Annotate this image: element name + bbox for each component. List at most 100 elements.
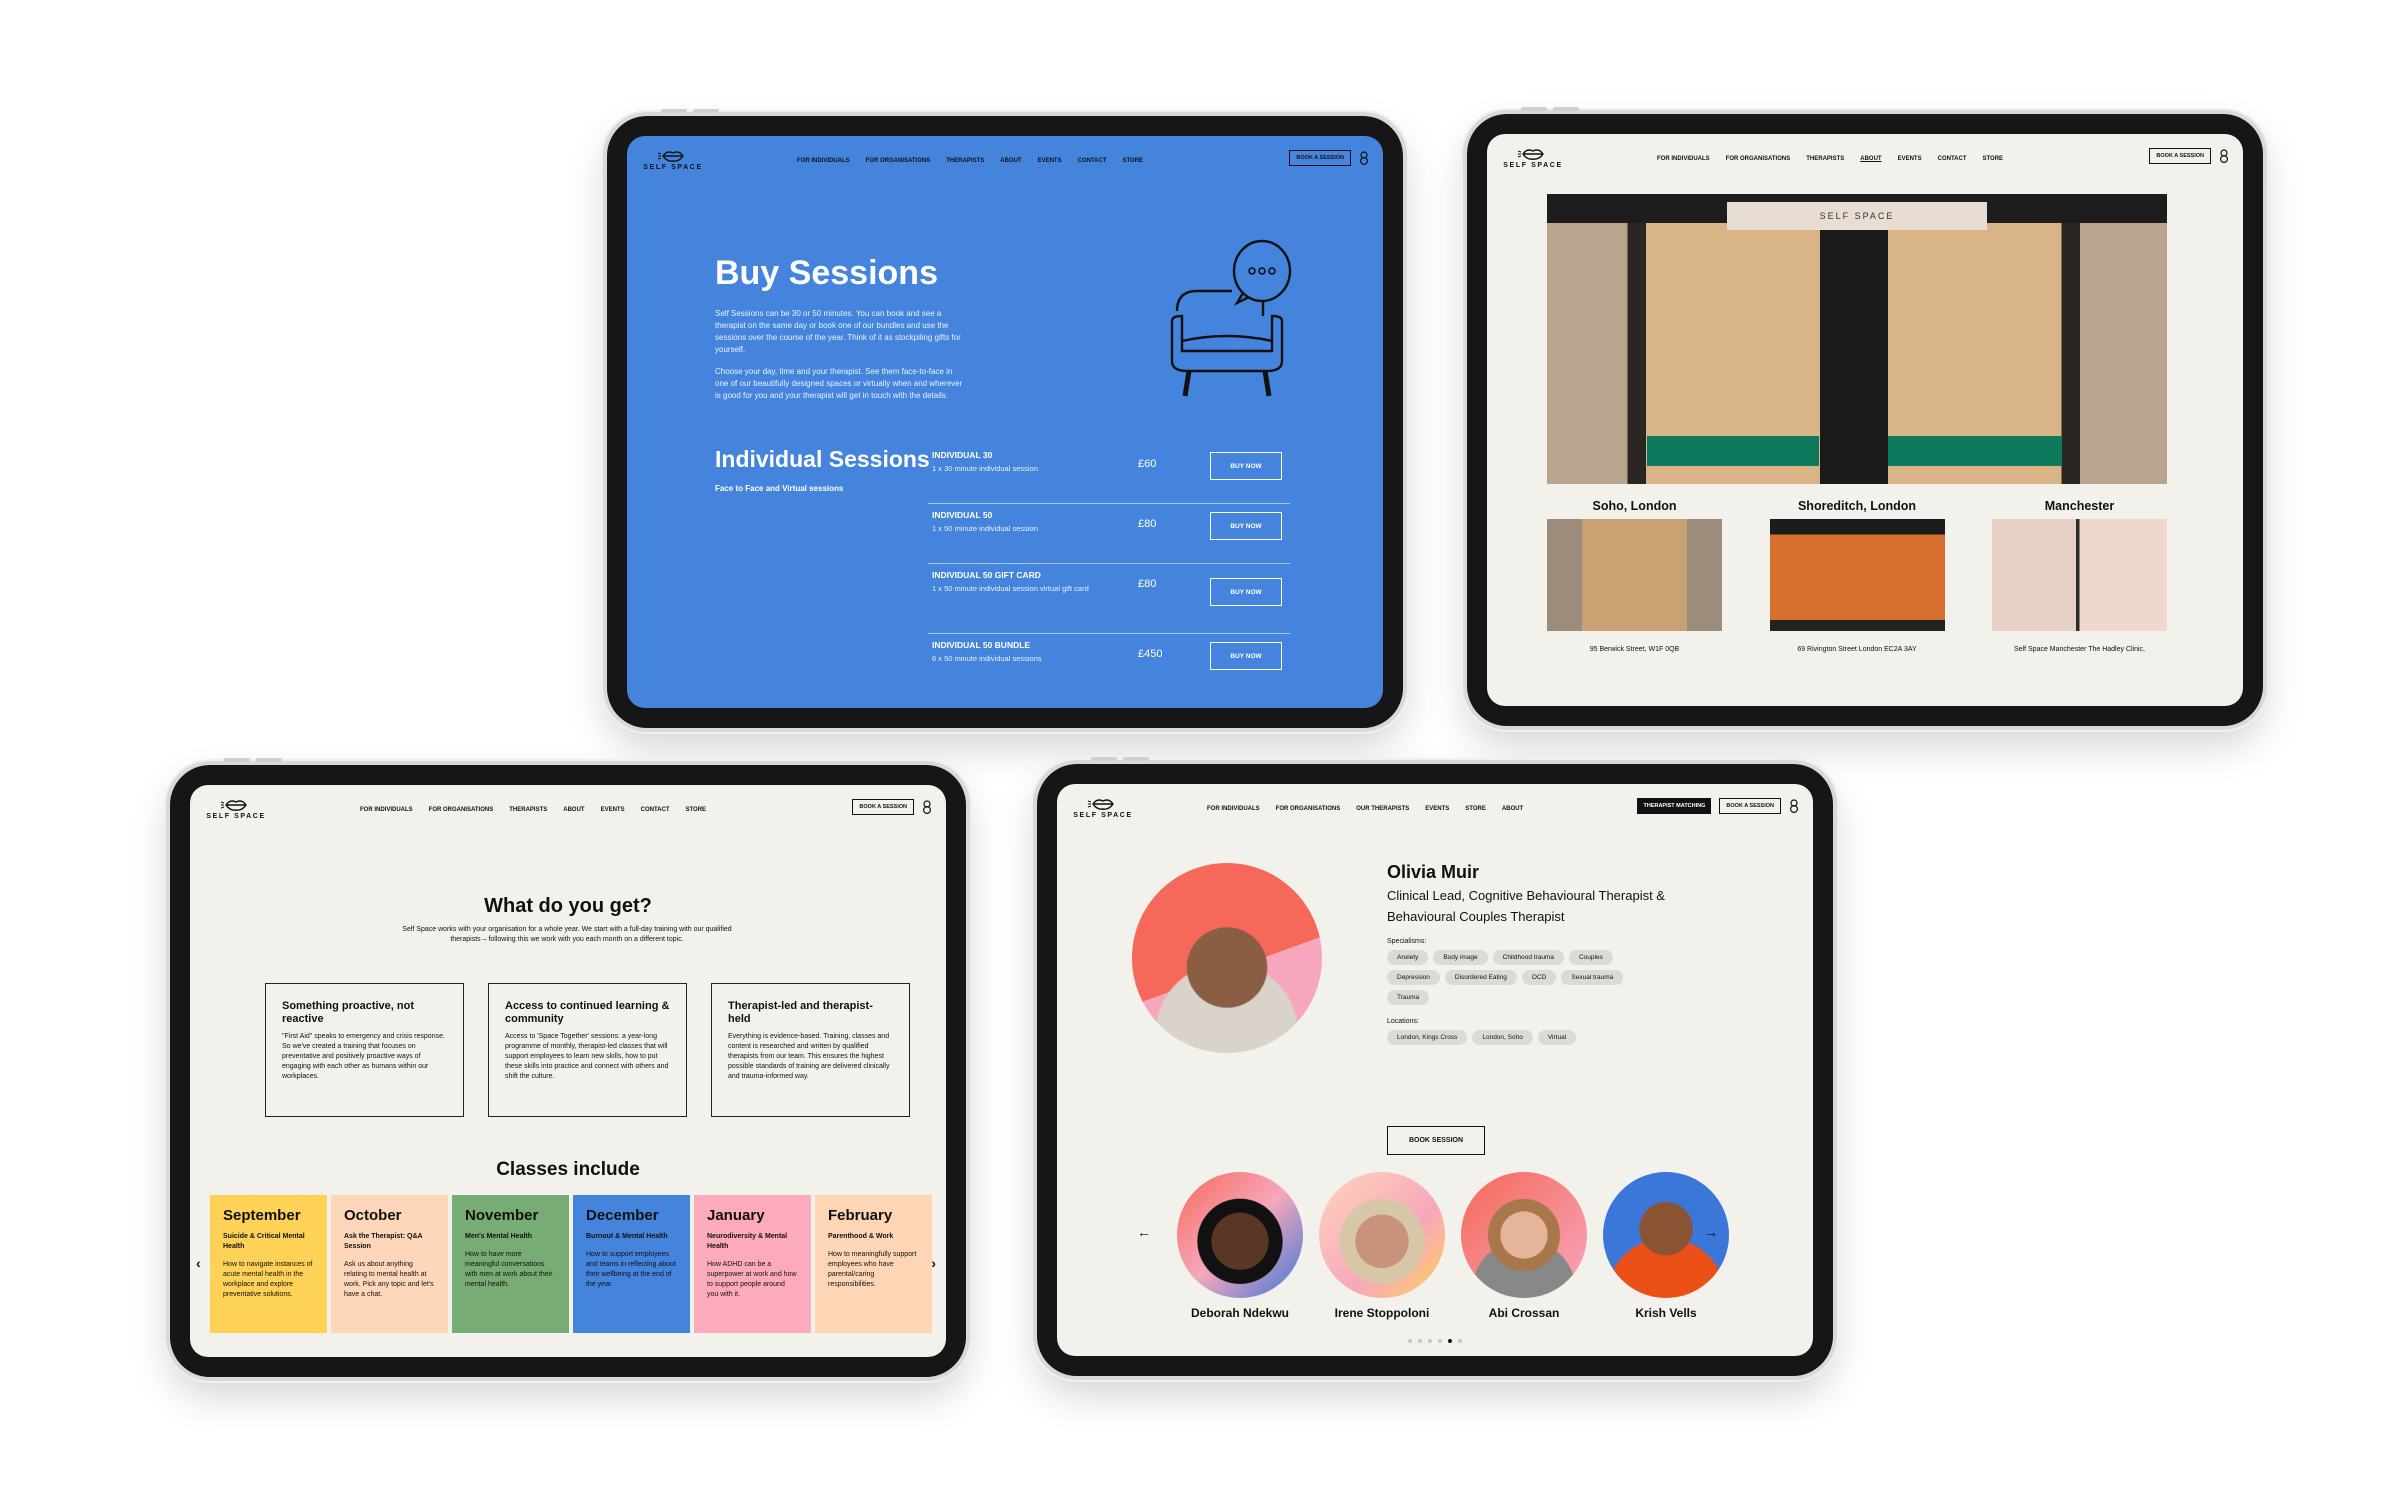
nav-our-therapists[interactable]: OUR THERAPISTS: [1356, 806, 1409, 812]
user-icon[interactable]: [922, 800, 932, 814]
tag-chip[interactable]: Trauma: [1387, 990, 1430, 1005]
carousel-next-icon[interactable]: ›: [931, 1255, 936, 1271]
tag-chip[interactable]: London, Soho: [1472, 1030, 1533, 1045]
organisations-screen: SELF SPACE FOR INDIVIDUALS FOR ORGANISAT…: [190, 785, 946, 1357]
tag-chip[interactable]: London, Kings Cross: [1387, 1030, 1468, 1045]
book-a-session-button[interactable]: BOOK A SESSION: [2149, 148, 2211, 164]
locations-screen: SELF SPACE FOR INDIVIDUALS FOR ORGANISAT…: [1487, 134, 2243, 706]
location-address: 95 Berwick Street, W1F 0QB: [1589, 646, 1680, 653]
nav-for-individuals[interactable]: FOR INDIVIDUALS: [360, 807, 413, 813]
month-card[interactable]: September Suicide & Critical Mental Heal…: [210, 1195, 327, 1333]
logo[interactable]: SELF SPACE: [1073, 796, 1133, 819]
location-card[interactable]: Manchester Self Space Manchester The Had…: [1992, 499, 2167, 655]
nav-for-individuals[interactable]: FOR INDIVIDUALS: [797, 158, 850, 164]
package-desc: 6 x 50 minute individual sessions: [932, 654, 1042, 663]
carousel-prev-icon[interactable]: ‹: [196, 1255, 201, 1271]
tag-chip[interactable]: OCD: [1521, 970, 1557, 985]
month-body: How to navigate instances of acute menta…: [223, 1261, 313, 1298]
user-icon[interactable]: [2219, 149, 2229, 163]
location-card[interactable]: Soho, London 95 Berwick Street, W1F 0QB: [1547, 499, 1722, 655]
nav-contact[interactable]: CONTACT: [1078, 158, 1107, 164]
user-icon[interactable]: [1359, 151, 1369, 165]
feature-card: Therapist-led and therapist-held Everyth…: [711, 983, 910, 1117]
pagination-dot[interactable]: [1448, 1339, 1452, 1343]
book-a-session-button[interactable]: BOOK A SESSION: [1289, 150, 1351, 166]
therapist-role: Clinical Lead, Cognitive Behavioural The…: [1387, 888, 1665, 924]
nav-therapists[interactable]: THERAPISTS: [509, 807, 547, 813]
pagination-dot[interactable]: [1458, 1339, 1462, 1343]
intro-paragraph-2: Choose your day, time and your therapist…: [715, 367, 963, 400]
team-member[interactable]: Abi Crossan: [1461, 1172, 1587, 1320]
nav-therapists[interactable]: THERAPISTS: [946, 158, 984, 164]
nav-store[interactable]: STORE: [1123, 158, 1144, 164]
nav-for-organisations[interactable]: FOR ORGANISATIONS: [429, 807, 494, 813]
nav-for-organisations[interactable]: FOR ORGANISATIONS: [1726, 156, 1791, 162]
nav-events[interactable]: EVENTS: [1898, 156, 1922, 162]
nav-contact[interactable]: CONTACT: [641, 807, 670, 813]
tablet-buy-sessions: SELF SPACE FOR INDIVIDUALS FOR ORGANISAT…: [607, 109, 1403, 728]
nav-for-individuals[interactable]: FOR INDIVIDUALS: [1657, 156, 1710, 162]
month-body: How to have more meaningful conversation…: [465, 1251, 553, 1288]
location-card[interactable]: Shoreditch, London 69 Rivington Street L…: [1769, 499, 1945, 655]
nav-events[interactable]: EVENTS: [1425, 806, 1449, 812]
team-member[interactable]: Deborah Ndekwu: [1177, 1172, 1303, 1320]
nav-for-organisations[interactable]: FOR ORGANISATIONS: [1276, 806, 1341, 812]
logo[interactable]: SELF SPACE: [643, 148, 703, 171]
tag-chip[interactable]: Couples: [1568, 950, 1613, 965]
tag-chip[interactable]: Sexual trauma: [1561, 970, 1624, 985]
tag-chip[interactable]: Disordered Eating: [1444, 970, 1517, 985]
book-a-session-button[interactable]: BOOK A SESSION: [852, 799, 914, 815]
tag-chip[interactable]: Childhood trauma: [1492, 950, 1564, 965]
team-member[interactable]: Irene Stoppoloni: [1319, 1172, 1445, 1320]
nav-about[interactable]: ABOUT: [563, 807, 584, 813]
month-card[interactable]: November Men's Mental Health How to have…: [452, 1195, 569, 1333]
nav-store[interactable]: STORE: [1465, 806, 1486, 812]
feature-title: Therapist-led and therapist-held: [728, 1000, 873, 1025]
tag-chip[interactable]: Depression: [1387, 970, 1440, 985]
nav-events[interactable]: EVENTS: [601, 807, 625, 813]
buy-now-button[interactable]: BUY NOW: [1210, 578, 1282, 606]
location-name: Manchester: [2044, 499, 2115, 513]
user-icon[interactable]: [1789, 799, 1799, 813]
tag-chip[interactable]: Virtual: [1537, 1030, 1577, 1045]
package-name: INDIVIDUAL 50 BUNDLE: [932, 640, 1031, 650]
nav-events[interactable]: EVENTS: [1038, 158, 1062, 164]
month-card[interactable]: October Ask the Therapist: Q&A Session A…: [331, 1195, 448, 1333]
month-name: January: [707, 1207, 765, 1224]
nav-therapists[interactable]: THERAPISTS: [1806, 156, 1844, 162]
book-a-session-button[interactable]: BOOK A SESSION: [1719, 798, 1781, 814]
package-price: £60: [1138, 458, 1157, 470]
nav-about[interactable]: ABOUT: [1000, 158, 1021, 164]
buy-now-button[interactable]: BUY NOW: [1210, 452, 1282, 480]
therapist-matching-button[interactable]: THERAPIST MATCHING: [1637, 798, 1712, 814]
month-card[interactable]: December Burnout & Mental Health How to …: [573, 1195, 690, 1333]
team-member[interactable]: Krish Vells: [1603, 1172, 1729, 1320]
logo[interactable]: SELF SPACE: [1503, 146, 1563, 169]
pagination-dot[interactable]: [1428, 1339, 1432, 1343]
logo[interactable]: SELF SPACE: [206, 797, 266, 820]
nav-about[interactable]: ABOUT: [1502, 806, 1523, 812]
logo-text: SELF SPACE: [206, 813, 266, 820]
book-session-button[interactable]: BOOK SESSION: [1387, 1126, 1485, 1155]
month-card[interactable]: February Parenthood & Work How to meanin…: [815, 1195, 932, 1333]
tablet-locations: SELF SPACE FOR INDIVIDUALS FOR ORGANISAT…: [1467, 107, 2263, 726]
nav-for-organisations[interactable]: FOR ORGANISATIONS: [866, 158, 931, 164]
nav-contact[interactable]: CONTACT: [1938, 156, 1967, 162]
pagination-dot[interactable]: [1438, 1339, 1442, 1343]
buy-now-button[interactable]: BUY NOW: [1210, 512, 1282, 540]
pagination-dot[interactable]: [1408, 1339, 1412, 1343]
store-sign: SELF SPACE: [1727, 202, 1987, 230]
nav-store[interactable]: STORE: [686, 807, 707, 813]
tag-chip[interactable]: Anxiety: [1387, 950, 1429, 965]
buy-now-button[interactable]: BUY NOW: [1210, 642, 1282, 670]
month-card[interactable]: January Neurodiversity & Mental Health H…: [694, 1195, 811, 1333]
tag-chip[interactable]: Body image: [1433, 950, 1488, 965]
carousel-pagination: [1057, 1339, 1813, 1343]
nav-for-individuals[interactable]: FOR INDIVIDUALS: [1207, 806, 1260, 812]
pagination-dot[interactable]: [1418, 1339, 1422, 1343]
arrow-right-icon[interactable]: →: [1704, 1224, 1718, 1240]
arrow-left-icon[interactable]: ←: [1137, 1224, 1151, 1240]
month-name: October: [344, 1207, 402, 1224]
nav-about[interactable]: ABOUT: [1860, 156, 1881, 162]
nav-store[interactable]: STORE: [1983, 156, 2004, 162]
